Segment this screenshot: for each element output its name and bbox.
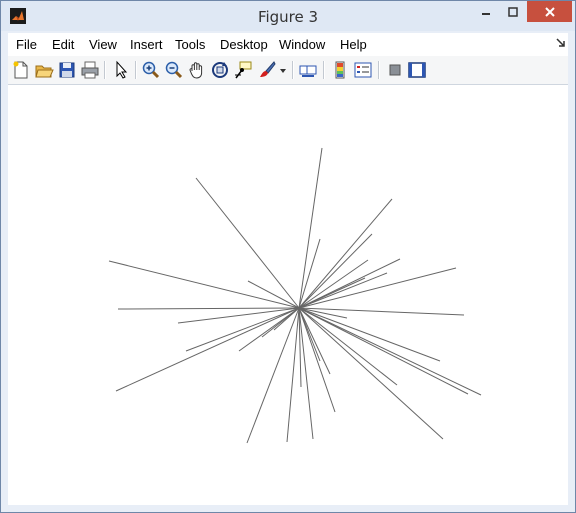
figure-canvas[interactable] [8, 85, 568, 505]
dock-arrow-icon[interactable] [556, 38, 566, 48]
hide-plot-tools-icon[interactable] [385, 60, 405, 80]
plot-line [298, 277, 366, 309]
close-icon [544, 6, 555, 17]
minimize-icon [482, 12, 490, 15]
close-button[interactable] [527, 1, 572, 22]
insert-colorbar-icon[interactable] [330, 60, 350, 80]
data-cursor-icon[interactable] [233, 60, 253, 80]
plot-line [195, 177, 300, 309]
maximize-button[interactable] [500, 1, 526, 22]
plot-line [298, 198, 393, 309]
figure-toolbar [8, 56, 568, 85]
save-figure-icon[interactable] [57, 60, 77, 80]
menu-window[interactable]: Window [279, 37, 325, 52]
toolbar-separator [378, 61, 380, 79]
menu-file[interactable]: File [16, 37, 37, 52]
menu-tools[interactable]: Tools [175, 37, 205, 52]
toolbar-separator [323, 61, 325, 79]
print-figure-icon[interactable] [80, 60, 100, 80]
minimize-button[interactable] [473, 1, 499, 22]
menu-insert[interactable]: Insert [130, 37, 163, 52]
zoom-out-icon[interactable] [164, 60, 184, 80]
menu-edit[interactable]: Edit [52, 37, 74, 52]
brush-icon[interactable] [257, 60, 277, 80]
plot-line [298, 272, 388, 309]
plot-line [298, 267, 457, 309]
maximize-icon [508, 6, 518, 17]
plot-line [117, 307, 300, 310]
plot-line [286, 307, 300, 443]
brush-dropdown-icon[interactable] [279, 60, 287, 80]
open-file-icon[interactable] [34, 60, 54, 80]
plot-line [298, 307, 465, 316]
show-plot-tools-icon[interactable] [407, 60, 427, 80]
plot-line [185, 307, 300, 352]
plot-line [298, 307, 444, 440]
figure-window: Figure 3 File Edit View Insert Tools Des… [0, 0, 576, 513]
rotate-3d-icon[interactable] [210, 60, 230, 80]
plot-line [247, 280, 300, 309]
insert-legend-icon[interactable] [353, 60, 373, 80]
plot-line [298, 147, 323, 309]
plot-area[interactable] [8, 85, 568, 505]
plot-line [108, 260, 300, 309]
link-plot-icon[interactable] [298, 60, 318, 80]
toolbar-separator [135, 61, 137, 79]
menu-help[interactable]: Help [340, 37, 367, 52]
toolbar-separator [292, 61, 294, 79]
title-bar[interactable]: Figure 3 [1, 1, 575, 31]
plot-line [298, 307, 398, 386]
toolbar-separator [104, 61, 106, 79]
plot-lines [108, 147, 482, 444]
menu-view[interactable]: View [89, 37, 117, 52]
new-figure-icon[interactable] [11, 60, 31, 80]
zoom-in-icon[interactable] [141, 60, 161, 80]
edit-plot-icon[interactable] [111, 60, 131, 80]
pan-icon[interactable] [187, 60, 207, 80]
menu-bar: File Edit View Insert Tools Desktop Wind… [8, 33, 568, 56]
menu-desktop[interactable]: Desktop [220, 37, 268, 52]
plot-line [298, 307, 482, 396]
